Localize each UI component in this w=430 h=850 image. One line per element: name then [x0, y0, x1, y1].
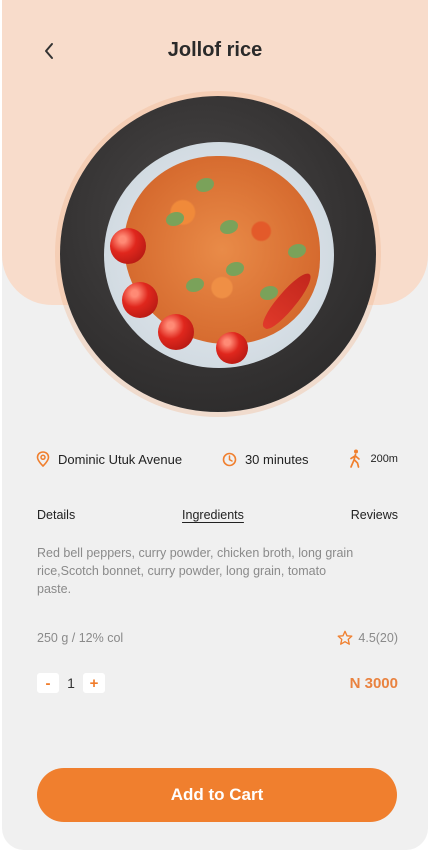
cherry-tomato	[110, 228, 146, 264]
quantity-stepper: - 1 +	[37, 673, 105, 693]
increase-button[interactable]: +	[83, 673, 105, 693]
star-icon	[337, 630, 353, 645]
rating[interactable]: 4.5(20)	[337, 630, 398, 646]
clock-icon	[222, 452, 237, 466]
tab-ingredients[interactable]: Ingredients	[182, 508, 244, 522]
location-text: Dominic Utuk Avenue	[58, 451, 183, 467]
rating-text: 4.5(20)	[358, 631, 398, 645]
quantity-row: - 1 + N 3000	[37, 673, 398, 693]
time-info: 30 minutes	[222, 452, 309, 467]
info-row: Dominic Utuk Avenue 30 minutes 200m	[36, 448, 398, 470]
price: N 3000	[349, 674, 398, 692]
time-text: 30 minutes	[244, 451, 309, 467]
location-pin-icon	[36, 451, 50, 467]
distance-info: 200m	[348, 449, 398, 469]
nutrition-info: 250 g / 12% col	[37, 631, 124, 645]
walking-person-icon	[350, 449, 361, 468]
cherry-tomato	[158, 314, 194, 350]
tab-details[interactable]: Details	[37, 508, 75, 522]
detail-tabs: Details Ingredients Reviews	[37, 508, 398, 522]
location-info: Dominic Utuk Avenue	[36, 451, 182, 467]
quantity-value: 1	[67, 675, 75, 691]
top-bar: Jollof rice	[0, 26, 430, 76]
page-title: Jollof rice	[167, 39, 263, 61]
ingredients-text: Red bell peppers, curry powder, chicken …	[37, 546, 354, 596]
cherry-tomato	[216, 332, 248, 364]
meta-row: 250 g / 12% col 4.5(20)	[37, 630, 398, 646]
distance-text: 200m	[370, 453, 398, 465]
add-to-cart-button[interactable]: Add to Cart	[37, 768, 397, 822]
tab-reviews[interactable]: Reviews	[351, 508, 398, 522]
decrease-button[interactable]: -	[37, 673, 59, 693]
cherry-tomato	[122, 282, 158, 318]
